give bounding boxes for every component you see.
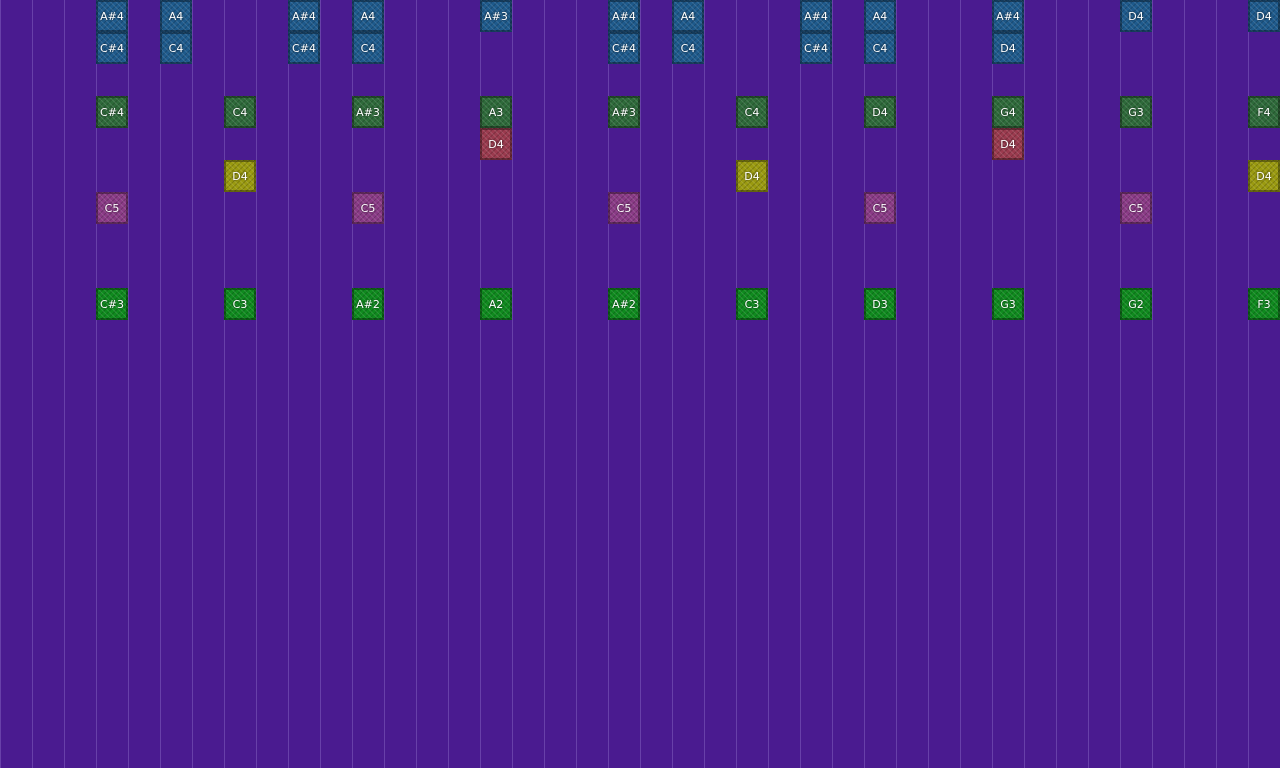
- note-cell[interactable]: C4: [672, 32, 704, 64]
- note-cell[interactable]: C5: [1120, 192, 1152, 224]
- note-cell[interactable]: A#4: [96, 0, 128, 32]
- note-cell[interactable]: C#3: [96, 288, 128, 320]
- note-cell[interactable]: A#3: [608, 96, 640, 128]
- note-cell[interactable]: C5: [608, 192, 640, 224]
- note-cell[interactable]: G4: [992, 96, 1024, 128]
- note-cell[interactable]: C3: [224, 288, 256, 320]
- note-cell[interactable]: D4: [736, 160, 768, 192]
- sequencer-grid[interactable]: A#4 A4 A#4 A4 A#3 A#4 A4 A#4 A4 A#4 D4 D4 C#4 C4 C#4 C4…: [0, 0, 1280, 768]
- note-cell[interactable]: F3: [1248, 288, 1280, 320]
- note-cell[interactable]: A#2: [608, 288, 640, 320]
- note-cell[interactable]: A#4: [608, 0, 640, 32]
- note-cell[interactable]: C#4: [288, 32, 320, 64]
- note-cell[interactable]: C4: [352, 32, 384, 64]
- note-cell[interactable]: C5: [96, 192, 128, 224]
- note-cell[interactable]: F4: [1248, 96, 1280, 128]
- note-cell[interactable]: D4: [1120, 0, 1152, 32]
- note-cell[interactable]: D3: [864, 288, 896, 320]
- note-cell[interactable]: A#4: [288, 0, 320, 32]
- note-cell[interactable]: C5: [864, 192, 896, 224]
- note-cell[interactable]: A4: [160, 0, 192, 32]
- note-cell[interactable]: C4: [224, 96, 256, 128]
- note-cell[interactable]: A#4: [992, 0, 1024, 32]
- note-cell[interactable]: C#4: [96, 96, 128, 128]
- note-cell[interactable]: C5: [352, 192, 384, 224]
- note-cell[interactable]: A#3: [480, 0, 512, 32]
- note-cell[interactable]: D4: [992, 128, 1024, 160]
- note-cell[interactable]: D4: [1248, 0, 1280, 32]
- note-cell[interactable]: A4: [352, 0, 384, 32]
- note-cell[interactable]: C#4: [96, 32, 128, 64]
- note-cell[interactable]: A3: [480, 96, 512, 128]
- note-cell[interactable]: A#3: [352, 96, 384, 128]
- note-cell[interactable]: C4: [864, 32, 896, 64]
- note-cell[interactable]: D4: [480, 128, 512, 160]
- note-cell[interactable]: C#4: [800, 32, 832, 64]
- note-cell[interactable]: D4: [864, 96, 896, 128]
- note-cell[interactable]: C#4: [608, 32, 640, 64]
- note-cell[interactable]: A#2: [352, 288, 384, 320]
- note-cell[interactable]: C4: [736, 96, 768, 128]
- note-cell[interactable]: A#4: [800, 0, 832, 32]
- note-cell[interactable]: A4: [864, 0, 896, 32]
- note-cell[interactable]: D4: [224, 160, 256, 192]
- note-cell[interactable]: C4: [160, 32, 192, 64]
- note-cell[interactable]: G3: [992, 288, 1024, 320]
- note-cell[interactable]: D4: [992, 32, 1024, 64]
- note-cell[interactable]: A2: [480, 288, 512, 320]
- note-cell[interactable]: C3: [736, 288, 768, 320]
- note-cell[interactable]: A4: [672, 0, 704, 32]
- note-cell[interactable]: G2: [1120, 288, 1152, 320]
- note-cell[interactable]: G3: [1120, 96, 1152, 128]
- note-cell[interactable]: D4: [1248, 160, 1280, 192]
